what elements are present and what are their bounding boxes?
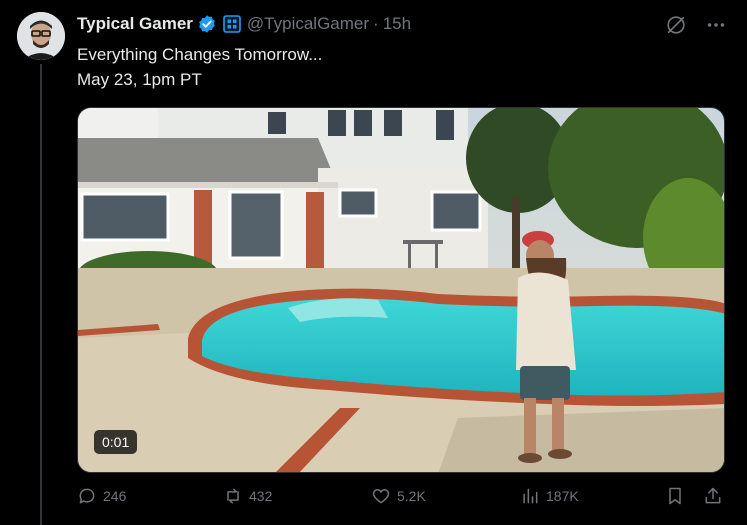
tweet-header: Typical Gamer @TypicalGamer · 15h <box>77 12 411 36</box>
like-button[interactable]: 5.2K <box>371 486 426 506</box>
views-icon <box>523 488 538 504</box>
reply-icon <box>79 488 95 504</box>
grok-icon[interactable] <box>665 14 687 36</box>
bookmark-icon <box>669 487 681 505</box>
views-button[interactable]: 187K <box>520 486 579 506</box>
views-count: 187K <box>546 488 579 504</box>
video-frame[interactable] <box>78 108 725 473</box>
like-count: 5.2K <box>397 488 426 504</box>
reply-count: 246 <box>103 488 127 504</box>
top-actions <box>665 14 727 36</box>
tweet-text-line-1: Everything Changes Tomorrow... <box>77 45 323 64</box>
separator-dot: · <box>373 14 379 33</box>
share-icon <box>705 487 721 504</box>
share-button[interactable] <box>703 486 723 506</box>
tweet-text: Everything Changes Tomorrow... May 23, 1… <box>77 42 322 92</box>
tweet-actions: 246 432 5.2K 187K <box>77 486 725 514</box>
video-duration: 0:01 <box>94 430 138 454</box>
avatar[interactable] <box>17 12 65 60</box>
repost-count: 432 <box>249 488 273 504</box>
bookmark-button[interactable] <box>665 486 685 506</box>
heart-icon <box>372 489 390 504</box>
repost-button[interactable]: 432 <box>223 486 272 506</box>
affiliate-badge-icon[interactable] <box>223 15 241 33</box>
thread-line <box>40 64 42 525</box>
verified-badge-icon[interactable] <box>197 14 217 34</box>
author-handle[interactable]: @TypicalGamer <box>247 14 369 34</box>
repost-icon <box>227 488 239 504</box>
author-name[interactable]: Typical Gamer <box>77 14 193 34</box>
tweet-text-line-2: May 23, 1pm PT <box>77 70 202 89</box>
video-player[interactable]: 0:01 <box>77 107 725 473</box>
timestamp[interactable]: 15h <box>383 14 411 34</box>
reply-button[interactable]: 246 <box>77 486 126 506</box>
more-icon[interactable] <box>705 14 727 36</box>
